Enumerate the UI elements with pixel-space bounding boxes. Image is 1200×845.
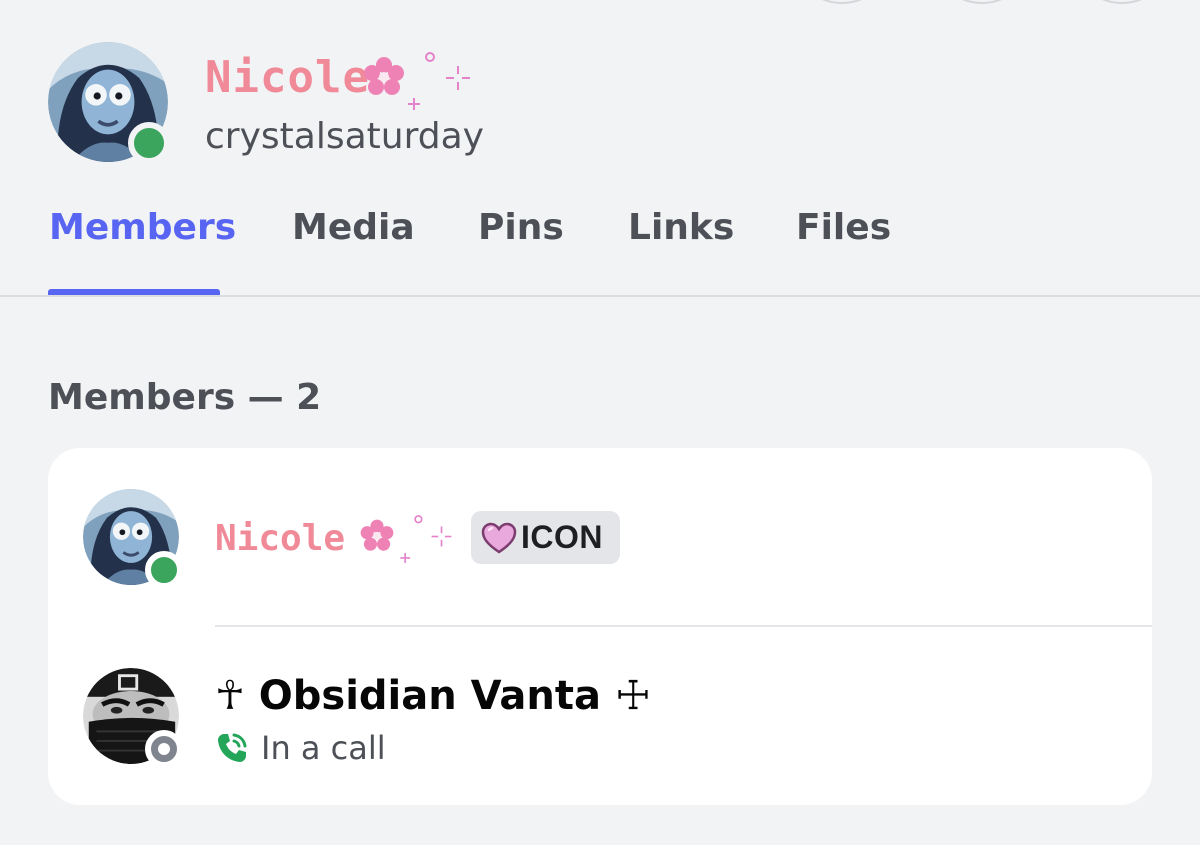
profile-display-name: Nicole [205,52,370,103]
member-avatar-obsidian-vanta[interactable] [83,668,183,768]
sparkle-icon [400,515,452,563]
role-badge[interactable]: ICON [471,511,620,564]
role-badge-label: ICON [521,519,603,555]
top-action-circle[interactable] [930,0,1034,4]
tab-links[interactable]: Links [628,203,734,253]
flower-icon [360,519,394,551]
tab-members[interactable]: Members [49,203,236,253]
top-action-circle[interactable] [790,0,894,4]
tab-pins[interactable]: Pins [478,203,564,253]
tab-media[interactable]: Media [292,203,415,253]
online-status-dot [145,551,183,589]
top-action-circle[interactable] [1070,0,1174,4]
member-name-obsidian-vanta[interactable]: ☥ Obsidian Vanta ☩ [215,668,651,724]
phone-call-icon [218,733,247,762]
sparkle-icon [408,52,470,110]
activity-text: In a call [261,729,386,767]
profile-username: crystalsaturday [205,116,484,157]
member-activity: In a call [215,725,386,771]
offline-status-dot [145,730,183,768]
pink-heart-icon [481,522,517,554]
profile-avatar[interactable] [48,42,170,164]
tab-files[interactable]: Files [796,203,891,253]
member-name-nicole[interactable]: Nicole [215,514,345,564]
online-status-dot [128,122,170,164]
member-row-divider [215,625,1152,627]
members-section-heading: Members — 2 [48,377,322,418]
member-avatar-nicole[interactable] [83,489,183,589]
tabs-divider [0,295,1200,297]
